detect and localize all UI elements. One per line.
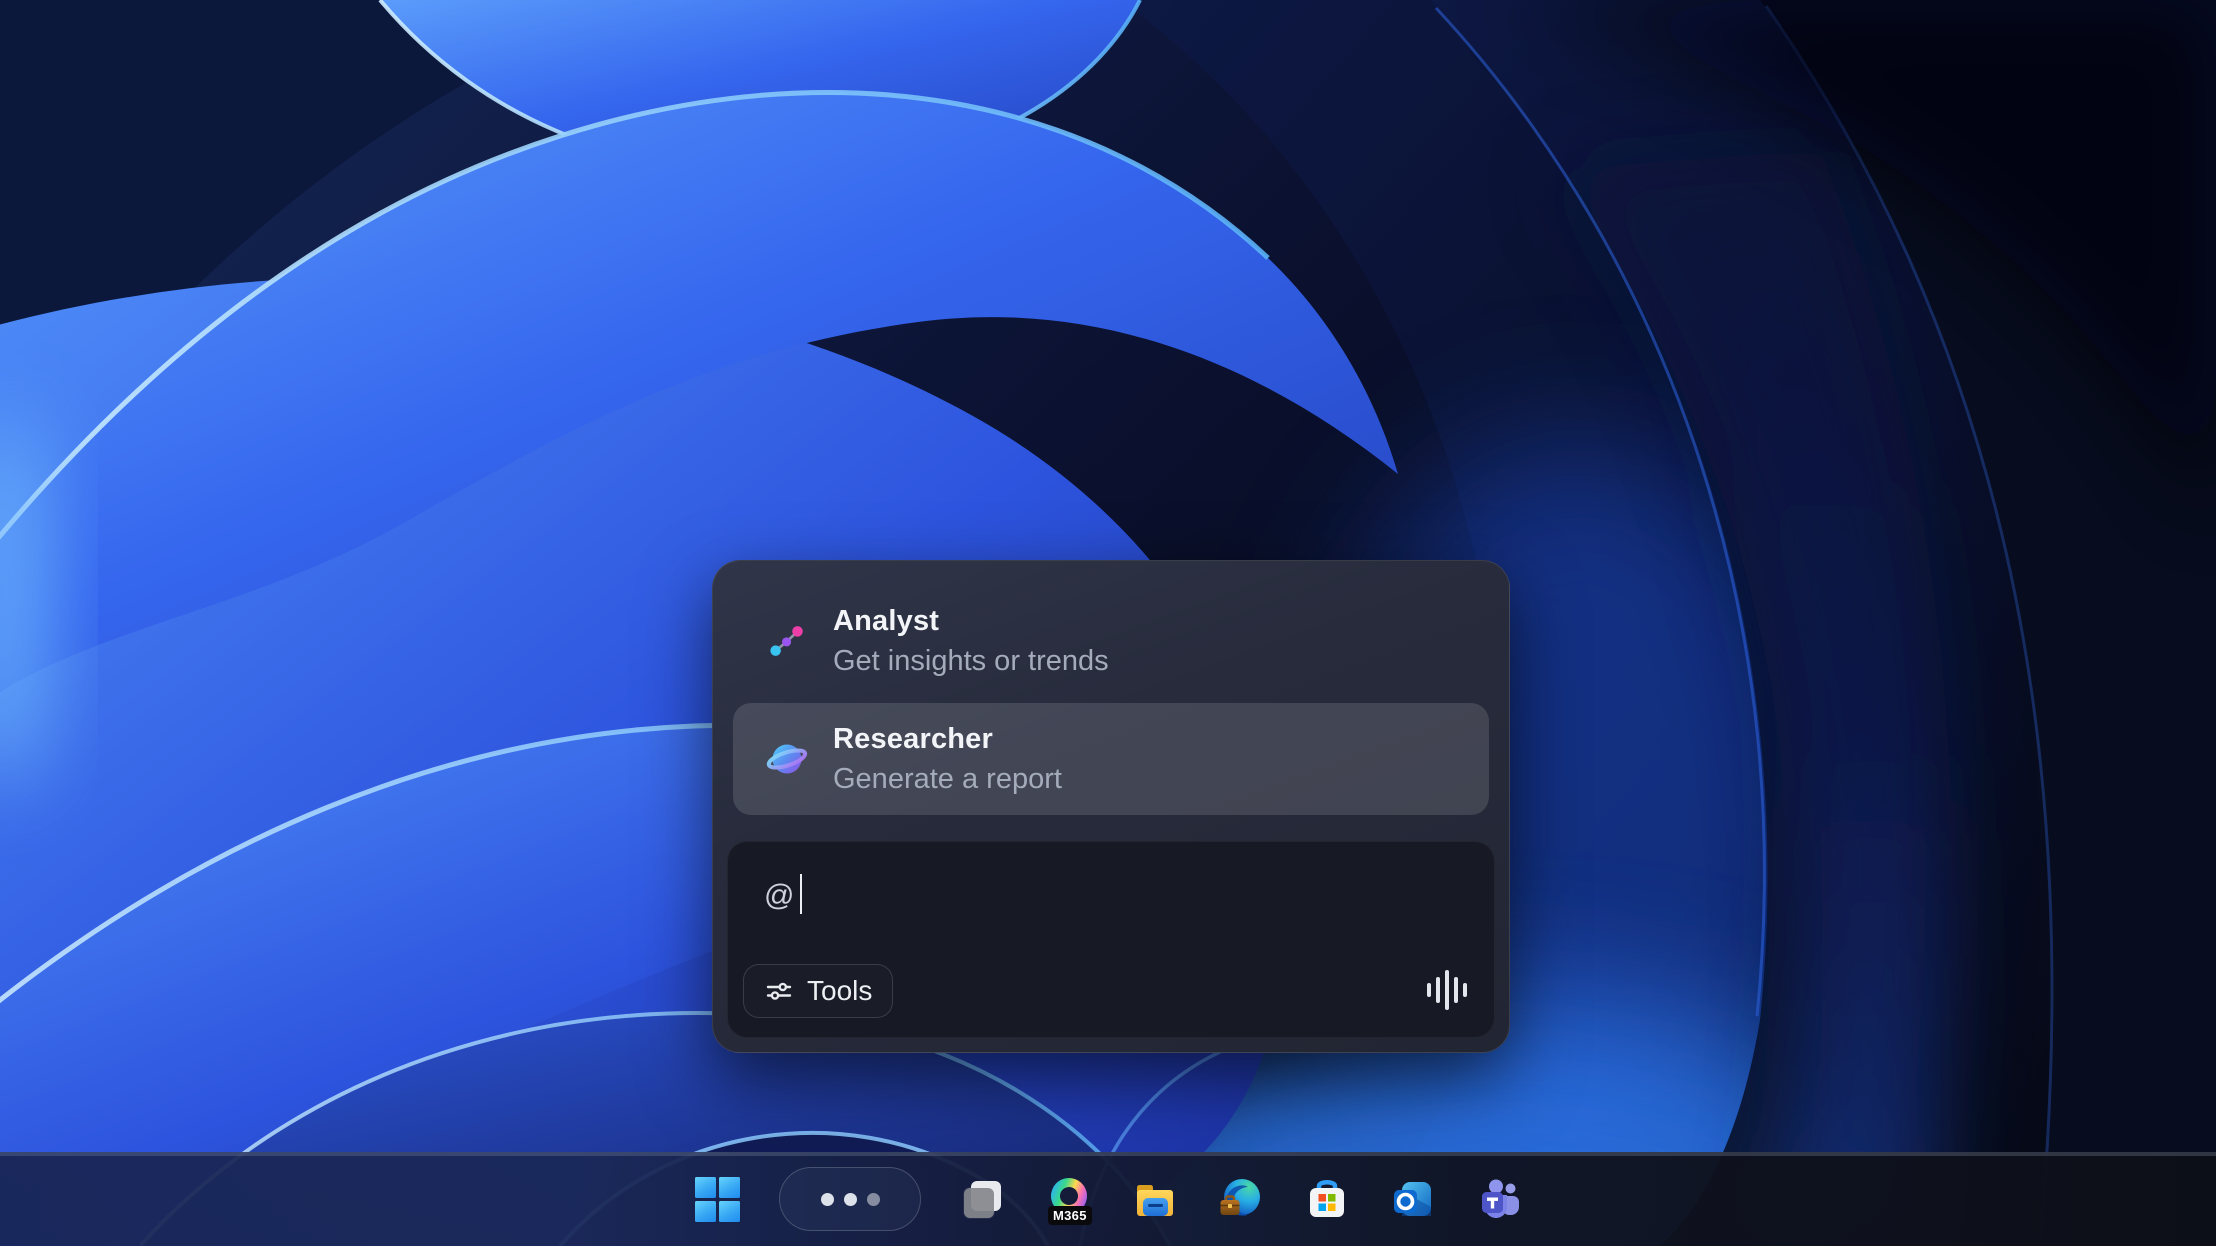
analyst-scatter-icon: [763, 617, 811, 665]
taskbar-store-button[interactable]: [1303, 1175, 1351, 1223]
taskbar-search-loading-pill[interactable]: [779, 1167, 921, 1231]
m365-badge: M365: [1048, 1206, 1092, 1225]
taskbar: M365: [0, 1152, 2216, 1246]
voice-waveform-icon: [1427, 983, 1431, 997]
sliders-icon: [764, 976, 794, 1006]
suggestion-title: Analyst: [833, 603, 1109, 639]
taskbar-file-explorer-button[interactable]: [1131, 1175, 1179, 1223]
windows-start-icon: [695, 1177, 740, 1222]
researcher-planet-icon: [763, 735, 811, 783]
loading-dot: [844, 1193, 857, 1206]
voice-input-button[interactable]: [1425, 968, 1469, 1012]
edge-swirl-briefcase-icon: [1217, 1175, 1265, 1223]
tools-button[interactable]: Tools: [743, 964, 893, 1018]
prompt-input-card[interactable]: @ Tools: [727, 841, 1495, 1038]
suggestion-analyst[interactable]: Analyst Get insights or trends: [733, 585, 1489, 697]
copilot-agent-popup: Analyst Get insights or trends: [712, 560, 1510, 1053]
outlook-o-icon: [1389, 1175, 1437, 1223]
suggestion-title: Researcher: [833, 721, 1062, 757]
loading-dot: [867, 1193, 880, 1206]
loading-dot: [821, 1193, 834, 1206]
prompt-text: @: [764, 879, 794, 912]
taskbar-edge-button[interactable]: [1217, 1175, 1265, 1223]
suggestion-researcher[interactable]: Researcher Generate a report: [733, 703, 1489, 815]
taskbar-task-view-button[interactable]: [959, 1175, 1007, 1223]
taskbar-teams-button[interactable]: [1475, 1175, 1523, 1223]
taskbar-outlook-button[interactable]: [1389, 1175, 1437, 1223]
folder-icon: [1131, 1175, 1179, 1223]
taskbar-center-group: M365: [0, 1152, 2216, 1246]
taskbar-start-button[interactable]: [693, 1175, 741, 1223]
prompt-input[interactable]: @: [764, 874, 802, 916]
taskbar-m365-copilot-button[interactable]: M365: [1045, 1175, 1093, 1223]
desktop: Analyst Get insights or trends: [0, 0, 2216, 1246]
text-cursor: [800, 874, 802, 914]
teams-people-icon: [1475, 1175, 1523, 1223]
suggestion-subtitle: Get insights or trends: [833, 642, 1109, 680]
store-bag-icon: [1303, 1175, 1351, 1223]
suggestion-subtitle: Generate a report: [833, 760, 1062, 798]
tools-button-label: Tools: [807, 975, 872, 1007]
